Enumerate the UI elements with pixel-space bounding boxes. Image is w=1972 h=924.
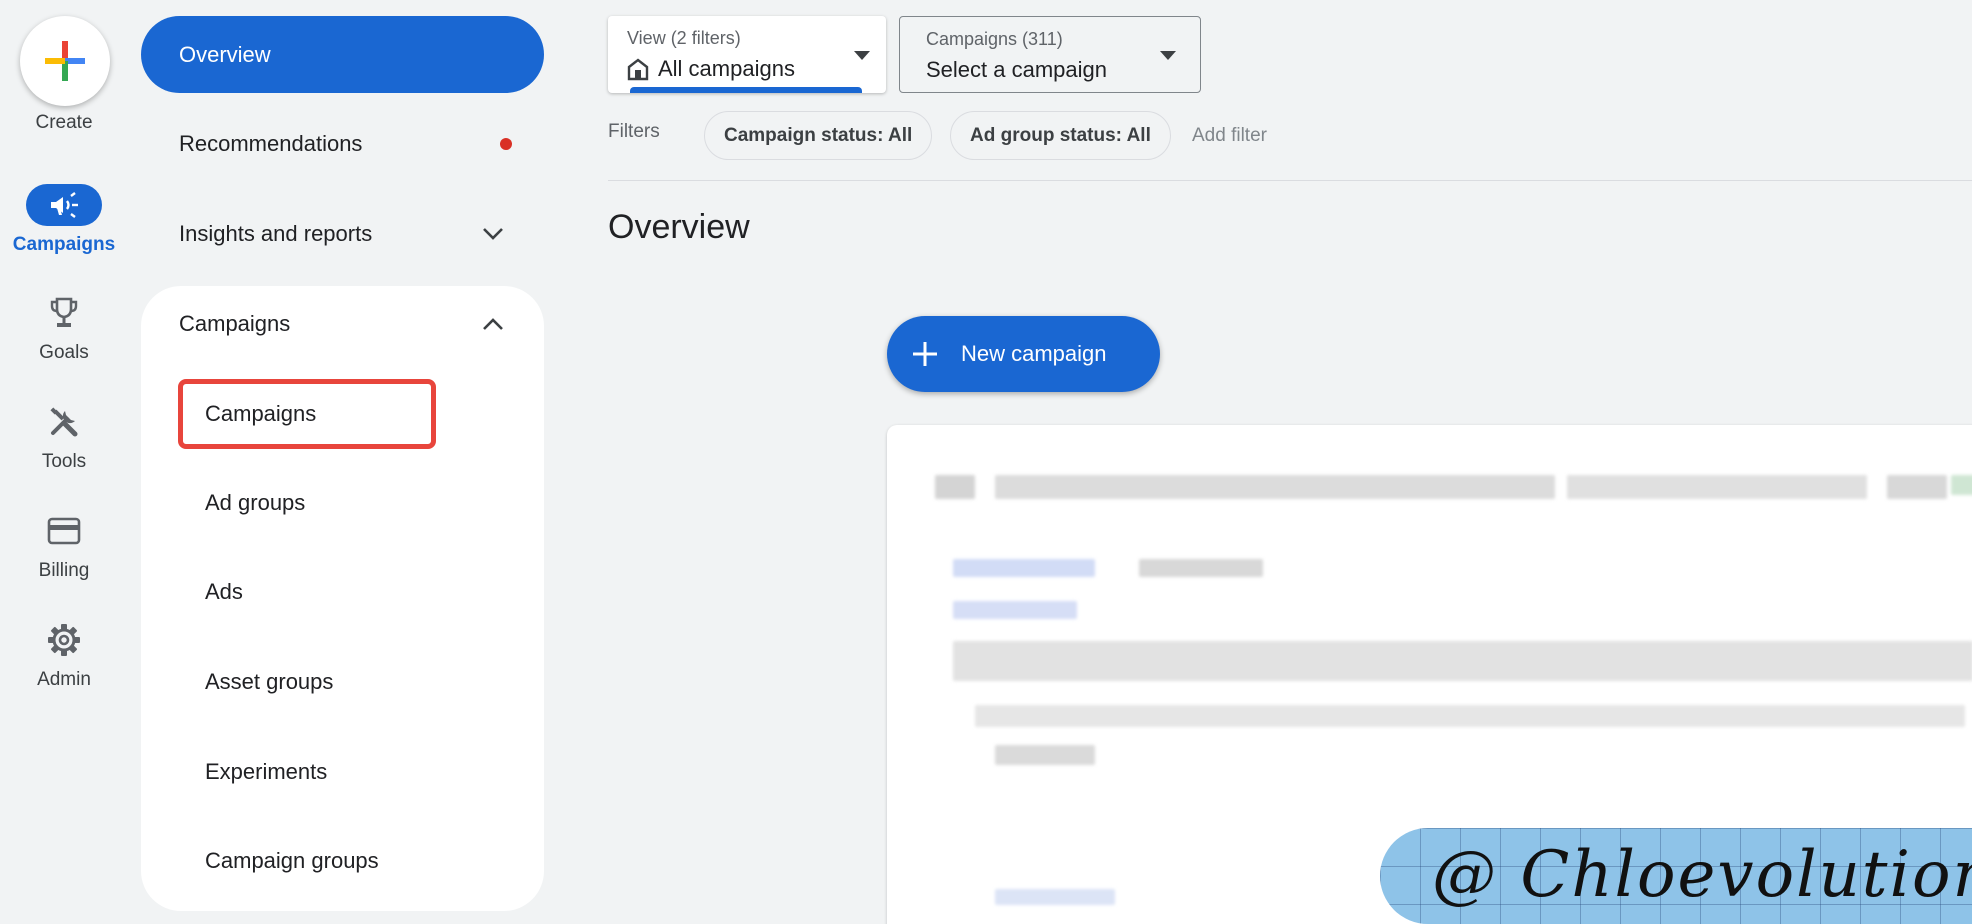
blurred-block xyxy=(995,889,1115,905)
view-selector-caption: View (2 filters) xyxy=(627,28,741,48)
campaign-selector-caption: Campaigns (311) xyxy=(926,29,1063,49)
watermark-signature: @ Chloevolution xyxy=(1432,838,1972,912)
left-rail: Create Campaigns Goals Tools Billing Adm… xyxy=(0,0,128,924)
trophy-icon xyxy=(26,292,102,334)
blurred-block xyxy=(975,705,1965,727)
view-selector[interactable]: View (2 filters) All campaigns xyxy=(608,16,886,93)
rail-item-tools[interactable]: Tools xyxy=(0,401,128,473)
blurred-block xyxy=(1139,559,1263,577)
create-button[interactable] xyxy=(20,16,110,106)
sub-item-ad-groups[interactable]: Ad groups xyxy=(178,468,436,538)
blurred-block xyxy=(953,601,1077,619)
plus-colorful-icon xyxy=(45,41,85,81)
blurred-block xyxy=(953,641,1972,681)
view-selector-value: All campaigns xyxy=(627,56,795,82)
nav-recommendations[interactable]: Recommendations xyxy=(141,114,544,174)
nav-overview[interactable]: Overview xyxy=(141,16,544,93)
notification-dot xyxy=(500,138,512,150)
new-campaign-button[interactable]: New campaign xyxy=(887,316,1160,392)
blurred-block xyxy=(1887,475,1947,499)
gear-icon xyxy=(26,619,102,661)
nav-campaigns-section-label: Campaigns xyxy=(179,311,291,336)
sub-item-campaigns[interactable]: Campaigns xyxy=(178,379,436,449)
blurred-block xyxy=(1951,475,1972,495)
blurred-block xyxy=(935,475,975,499)
rail-item-billing[interactable]: Billing xyxy=(0,510,128,582)
watermark: @ Chloevolution xyxy=(1380,828,1972,924)
store-icon xyxy=(627,58,649,81)
view-selector-text: All campaigns xyxy=(658,56,795,81)
credit-card-icon xyxy=(26,510,102,552)
create-label: Create xyxy=(35,112,93,133)
campaign-selector[interactable]: Campaigns (311) Select a campaign xyxy=(899,16,1201,93)
rail-item-admin[interactable]: Admin xyxy=(0,619,128,691)
nav-insights-label: Insights and reports xyxy=(179,221,373,246)
rail-label: Goals xyxy=(39,342,89,363)
dropdown-caret-icon xyxy=(1160,51,1176,60)
rail-label: Campaigns xyxy=(12,234,116,255)
chevron-down-icon xyxy=(483,228,503,240)
dropdown-caret-icon xyxy=(854,51,870,60)
sub-item-campaign-groups[interactable]: Campaign groups xyxy=(178,826,436,896)
filters-label: Filters xyxy=(608,121,660,142)
sub-item-experiments[interactable]: Experiments xyxy=(178,737,436,807)
sub-item-ads[interactable]: Ads xyxy=(178,557,436,627)
nav-campaigns-section[interactable]: Campaigns xyxy=(141,294,544,354)
rail-item-goals[interactable]: Goals xyxy=(0,292,128,364)
blurred-block xyxy=(1567,475,1867,499)
page-title: Overview xyxy=(608,208,750,246)
rail-label: Tools xyxy=(41,451,87,472)
rail-label: Billing xyxy=(38,560,90,581)
filter-chip-campaign-status[interactable]: Campaign status: All xyxy=(704,111,933,160)
filters-divider xyxy=(608,180,1972,181)
nav-insights-and-reports[interactable]: Insights and reports xyxy=(141,204,544,264)
megaphone-icon xyxy=(26,184,102,226)
plus-icon xyxy=(913,342,937,366)
view-selector-underline xyxy=(630,87,862,93)
new-campaign-label: New campaign xyxy=(961,341,1107,366)
filter-chip-ad-group-status[interactable]: Ad group status: All xyxy=(950,111,1171,160)
add-filter-button[interactable]: Add filter xyxy=(1192,125,1267,147)
nav-recommendations-label: Recommendations xyxy=(179,131,363,156)
rail-label: Admin xyxy=(37,669,91,690)
blurred-block xyxy=(995,475,1555,499)
sub-item-asset-groups[interactable]: Asset groups xyxy=(178,647,436,717)
campaign-selector-text: Select a campaign xyxy=(926,57,1107,82)
blurred-block xyxy=(953,559,1095,577)
blurred-block xyxy=(995,745,1095,765)
tools-icon xyxy=(26,401,102,443)
rail-item-campaigns[interactable]: Campaigns xyxy=(0,184,128,256)
chevron-up-icon xyxy=(483,318,503,330)
